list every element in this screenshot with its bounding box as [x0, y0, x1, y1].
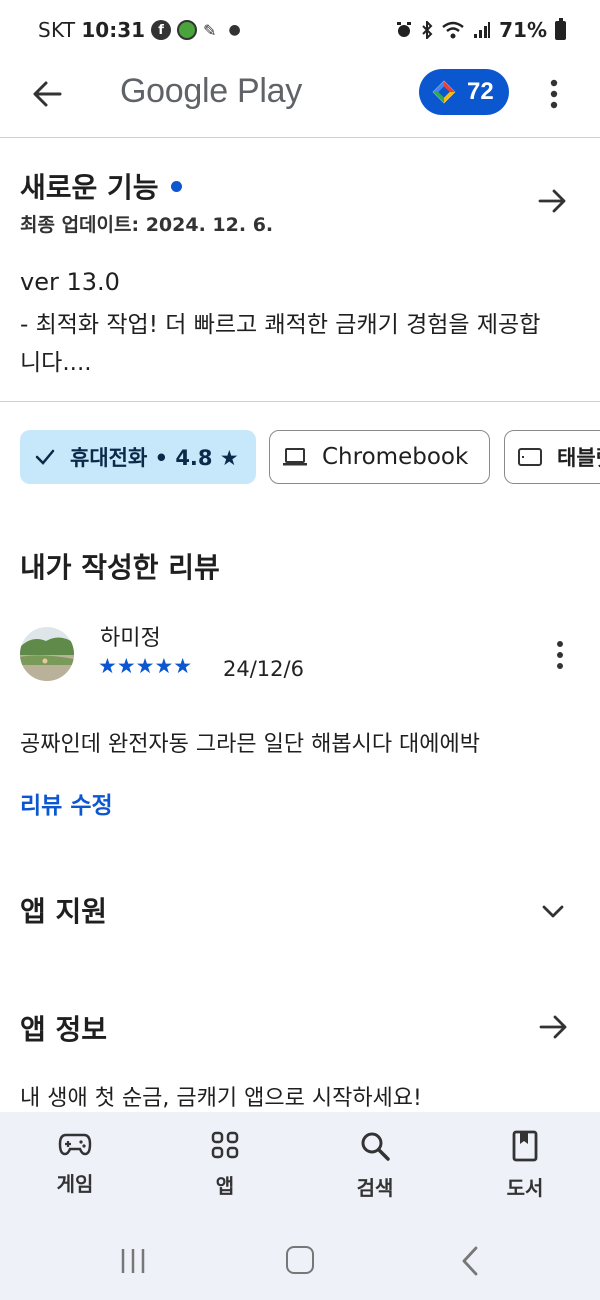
check-icon — [35, 449, 55, 465]
review-date: 24/12/6 — [223, 657, 304, 681]
play-points-badge[interactable]: 72 — [419, 69, 509, 115]
release-notes: - 최적화 작업! 더 빠르고 쾌적한 금캐기 경험을 제공합니다.... — [20, 312, 541, 376]
device-filter-chips: 휴대전화 • 4.8 ★ Chromebook 태블릿 — [20, 430, 600, 484]
version-label: ver 13.0 — [20, 268, 120, 296]
play-points-icon — [432, 80, 456, 104]
chip-phone[interactable]: 휴대전화 • 4.8 ★ — [20, 430, 256, 484]
apps-grid-icon — [211, 1131, 239, 1159]
battery-percent: 71% — [499, 18, 547, 42]
chip-chromebook-label: Chromebook — [322, 444, 469, 470]
clock: 10:31 — [81, 18, 146, 42]
search-icon — [361, 1132, 390, 1161]
more-options-icon[interactable] — [540, 76, 568, 112]
app-notification-icon — [177, 20, 198, 40]
more-notifications-dot-icon: ● — [228, 22, 241, 38]
bottom-navigation: 게임 앱 검색 도서 — [0, 1112, 600, 1222]
nav-books[interactable]: 도서 — [465, 1130, 585, 1201]
chevron-down-icon[interactable] — [538, 896, 568, 926]
review-text: 공짜인데 완전자동 그라믄 일단 해봅시다 대에에박 — [20, 732, 481, 757]
alarm-icon — [397, 22, 412, 37]
wifi-icon — [442, 21, 464, 39]
top-app-bar: Google Play 72 — [0, 60, 600, 138]
whats-new-section[interactable]: 새로운 기능 최종 업데이트: 2024. 12. 6. ver 13.0 - … — [0, 140, 600, 402]
app-support-title[interactable]: 앱 지원 — [20, 890, 107, 930]
review-rating-stars: ★★★★★ — [98, 654, 193, 678]
arrow-right-icon[interactable] — [535, 184, 569, 218]
status-bar: SKT 10:31 f ✎ ● 71% — [0, 0, 600, 60]
last-updated: 최종 업데이트: 2024. 12. 6. — [20, 214, 274, 236]
recent-apps-icon[interactable] — [118, 1246, 148, 1276]
nav-games[interactable]: 게임 — [15, 1130, 135, 1197]
nav-search[interactable]: 검색 — [315, 1130, 435, 1201]
arrow-right-icon[interactable] — [536, 1010, 570, 1044]
app-description: 내 생애 첫 순금, 금캐기 앱으로 시작하세요! — [20, 1086, 422, 1111]
whats-new-heading: 새로운 기능 — [20, 166, 182, 206]
nav-books-label: 도서 — [506, 1176, 544, 1200]
edit-review-button[interactable]: 리뷰 수정 — [20, 786, 113, 820]
gamepad-icon — [58, 1133, 92, 1156]
back-arrow-icon[interactable] — [28, 74, 68, 114]
nav-apps[interactable]: 앱 — [165, 1130, 285, 1199]
chip-chromebook[interactable]: Chromebook — [269, 430, 490, 484]
book-icon — [512, 1130, 538, 1162]
battery-icon — [555, 17, 566, 40]
review-more-options-icon[interactable] — [548, 639, 572, 671]
pen-notification-icon: ✎ — [203, 20, 217, 40]
my-review-title: 내가 작성한 리뷰 — [20, 551, 220, 584]
page-title: Google Play — [120, 72, 302, 110]
nav-search-label: 검색 — [356, 1176, 394, 1200]
chip-tablet[interactable]: 태블릿 — [504, 430, 600, 484]
chip-phone-label: 휴대전화 • 4.8 ★ — [70, 446, 239, 470]
system-navigation-bar — [0, 1222, 600, 1300]
reviewer-name: 하미정 — [100, 626, 161, 651]
laptop-icon — [283, 448, 307, 466]
signal-icon — [474, 22, 491, 38]
nav-apps-label: 앱 — [215, 1174, 235, 1198]
home-button-icon[interactable] — [286, 1246, 314, 1274]
whats-new-title: 새로운 기능 — [20, 171, 159, 204]
new-indicator-dot — [170, 180, 182, 192]
chip-tablet-label: 태블릿 — [557, 446, 600, 470]
play-points-count: 72 — [467, 78, 494, 105]
carrier-label: SKT — [38, 18, 76, 42]
facebook-icon: f — [151, 20, 172, 40]
status-left: SKT 10:31 f ✎ ● — [38, 18, 241, 42]
bluetooth-icon — [422, 21, 433, 39]
nav-games-label: 게임 — [56, 1172, 94, 1196]
avatar — [20, 627, 74, 681]
tablet-icon — [518, 448, 542, 466]
app-info-title[interactable]: 앱 정보 — [20, 1008, 107, 1048]
system-back-icon[interactable] — [456, 1244, 484, 1278]
status-right: 71% — [395, 17, 566, 42]
